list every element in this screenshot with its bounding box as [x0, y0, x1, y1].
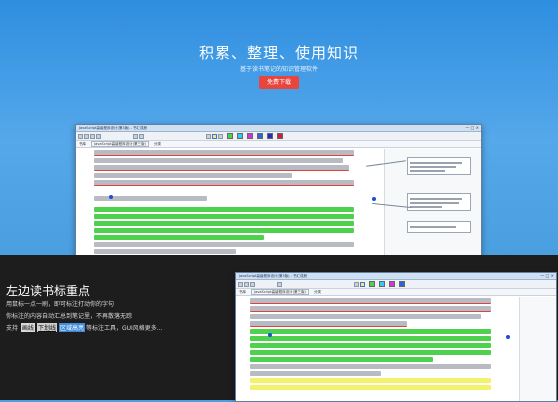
highlight-tool-icon[interactable] [360, 281, 365, 287]
highlighted-line [250, 377, 492, 384]
home-icon[interactable] [90, 133, 95, 139]
hero-title: 积累、整理、使用知识 [198, 44, 359, 62]
tab-category[interactable]: 分类 [154, 142, 161, 146]
feature-line: 支持 画线 下划线 区域高亮 等标注工具，GUI风格更多... [6, 323, 163, 332]
chip-draw: 画线 [20, 323, 35, 332]
feature-line: 用鼠标一点一刷，即可标注打动你的字句 [6, 301, 115, 308]
zoom-icon[interactable] [96, 133, 101, 139]
window-titlebar: JavaScript高级程序设计(第3版) - 书汇成册 — □ × [236, 273, 556, 280]
window-titlebar: JavaScript高级程序设计(第3版) - 书汇成册 — □ × [76, 125, 481, 132]
color-swatch-green[interactable] [369, 281, 375, 287]
tab-book[interactable]: JavaScript高级程序设计(第三版) [251, 289, 309, 295]
note-card[interactable] [407, 221, 471, 233]
highlighted-line [250, 342, 492, 349]
text-line [250, 363, 492, 370]
selection-handle[interactable] [506, 335, 510, 339]
notes-panel [384, 149, 481, 260]
color-swatch-navy[interactable] [267, 133, 273, 139]
highlighted-line [94, 234, 264, 241]
highlighted-line [94, 227, 355, 234]
forward-icon[interactable] [244, 281, 249, 287]
text-line [94, 164, 349, 172]
text-line [250, 305, 492, 313]
text-line [94, 179, 355, 187]
color-swatch-magenta[interactable] [389, 281, 395, 287]
color-swatch-blue[interactable] [399, 281, 405, 287]
selection-handle[interactable] [268, 333, 272, 337]
highlighted-line [250, 384, 492, 390]
text-line [94, 172, 293, 179]
color-swatch-cyan[interactable] [379, 281, 385, 287]
feature-line-prefix: 支持 [6, 325, 20, 332]
color-swatch-blue[interactable] [257, 133, 263, 139]
color-swatch-magenta[interactable] [247, 133, 253, 139]
window-controls[interactable]: — □ × [540, 273, 554, 279]
color-swatch-green[interactable] [227, 133, 233, 139]
toolbar [236, 280, 556, 289]
back-icon[interactable] [238, 281, 243, 287]
highlighted-line [94, 220, 355, 227]
text-line [250, 313, 481, 320]
tab-bar: 书库 JavaScript高级程序设计(第三版) 分类 [236, 289, 556, 296]
feature-line: 你标注的内容自动汇总到笔记里，不再散落无踪 [6, 313, 133, 320]
list-icon[interactable] [133, 133, 138, 139]
app-window-bottom: JavaScript高级程序设计(第3版) - 书汇成册 — □ × 书库 Ja… [235, 272, 557, 402]
selection-handle[interactable] [109, 195, 113, 199]
highlight-tool-icon[interactable] [212, 133, 217, 139]
window-title: JavaScript高级程序设计(第3版) - 书汇成册 [79, 126, 147, 130]
back-icon[interactable] [78, 133, 83, 139]
chip-tools: 等标注工具 [85, 325, 116, 332]
highlighted-line [250, 356, 434, 363]
text-line [94, 241, 355, 248]
page-icon[interactable] [139, 133, 144, 139]
text-line [94, 150, 355, 157]
cursor-tool-icon[interactable] [206, 133, 211, 139]
text-line [94, 157, 344, 164]
window-title: JavaScript高级程序设计(第3版) - 书汇成册 [239, 274, 307, 278]
toolbar [76, 132, 481, 141]
text-line [94, 248, 236, 255]
tab-book[interactable]: JavaScript高级程序设计(第三版) [91, 141, 149, 147]
document-page[interactable] [246, 297, 516, 401]
forward-icon[interactable] [84, 133, 89, 139]
tab-library[interactable]: 书库 [239, 290, 246, 294]
selection-handle[interactable] [372, 197, 376, 201]
tab-bar: 书库 JavaScript高级程序设计(第三版) 分类 [76, 141, 481, 148]
tab-library[interactable]: 书库 [79, 142, 86, 146]
color-swatch-cyan[interactable] [237, 133, 243, 139]
note-card[interactable] [407, 157, 471, 175]
tab-category[interactable]: 分类 [314, 290, 321, 294]
highlighted-line [250, 328, 492, 335]
highlighted-line [250, 349, 492, 356]
hero-subtitle: 基于读书笔记的知识管理软件 [239, 66, 318, 73]
chip-highlight: 区域高亮 [58, 323, 85, 332]
home-icon[interactable] [250, 281, 255, 287]
highlighted-line [94, 213, 355, 220]
notes-panel [519, 297, 556, 401]
download-button[interactable]: 免费下载 [259, 76, 299, 89]
text-line [250, 320, 408, 328]
feature-line-suffix: ，GUI风格更多... [115, 325, 163, 332]
underline-tool-icon[interactable] [218, 133, 223, 139]
highlighted-line [94, 206, 355, 213]
cursor-tool-icon[interactable] [354, 281, 359, 287]
window-controls[interactable]: — □ × [465, 125, 479, 131]
chip-underline: 下划线 [36, 323, 57, 332]
highlighted-line [250, 335, 492, 342]
text-line [250, 370, 381, 377]
color-swatch-red[interactable] [277, 133, 283, 139]
app-window-top: JavaScript高级程序设计(第3版) - 书汇成册 — □ × 书库 Ja… [75, 124, 482, 261]
text-line [250, 298, 492, 305]
note-card[interactable] [407, 193, 471, 211]
list-icon[interactable] [277, 281, 282, 287]
document-page[interactable] [90, 149, 381, 260]
feature-title: 左边读书标重点 [6, 284, 91, 298]
